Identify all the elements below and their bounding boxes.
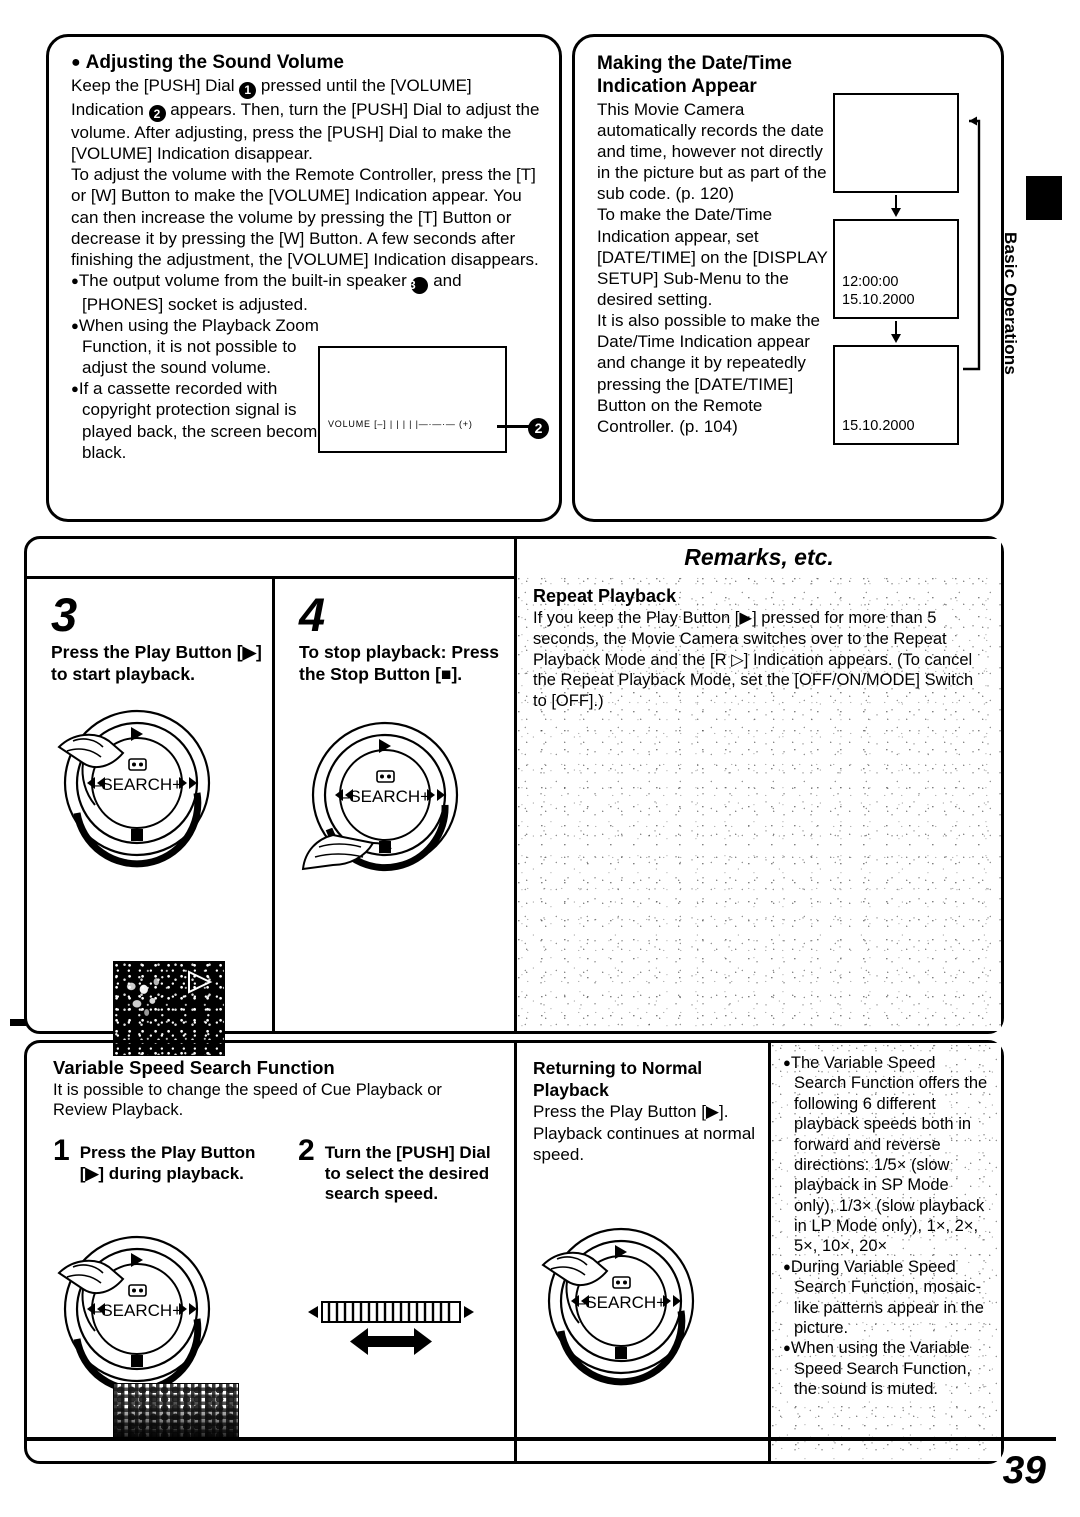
photo-subject bbox=[120, 969, 178, 1028]
returning-text-2: Playback continues at normal speed. bbox=[533, 1123, 756, 1164]
returning-to-normal-region: Returning to Normal Playback Press the P… bbox=[514, 1043, 768, 1461]
datetime-panel: Making the Date/Time Indication Appear T… bbox=[572, 34, 1004, 522]
sound-volume-bullet-1: ●The output volume from the built-in spe… bbox=[71, 270, 542, 315]
callout-badge-2: 2 bbox=[528, 417, 549, 439]
double-arrow-icon bbox=[350, 1328, 432, 1355]
substep-1-text: Press the Play Button [▶] during playbac… bbox=[79, 1142, 256, 1183]
play-dial-illustration: –SEARCH+ bbox=[51, 701, 219, 869]
marker-3-badge: 3 bbox=[409, 276, 429, 294]
step-3-number: 3 bbox=[51, 588, 78, 641]
svg-text:–SEARCH+: –SEARCH+ bbox=[92, 1301, 182, 1320]
callout-leader-line bbox=[497, 425, 531, 428]
variable-speed-region: Variable Speed Search Function It is pos… bbox=[27, 1043, 514, 1461]
step-4: 4 To stop playback: Press the Stop Butto… bbox=[272, 579, 514, 1031]
mosaic-shadow bbox=[114, 1407, 238, 1440]
sound-volume-bullet-2: ●When using the Playback Zoom Function, … bbox=[71, 315, 332, 378]
datetime-screen-2: 12:00:00 15.10.2000 bbox=[833, 219, 959, 319]
sound-volume-paragraph-1: Keep the [PUSH] Dial 1 pressed until the… bbox=[71, 75, 542, 164]
mosaic-pattern-photo bbox=[113, 1383, 239, 1441]
play-indicator-icon bbox=[188, 970, 213, 995]
returning-text-1: Press the Play Button [▶]. bbox=[533, 1102, 729, 1122]
play-dial-illustration: –SEARCH+ bbox=[535, 1225, 703, 1393]
repeat-playback-text: If you keep the Play Button [▶] pressed … bbox=[533, 609, 974, 711]
step-3-text: Press the Play Button [▶] to start playb… bbox=[51, 642, 262, 684]
step-4-text: To stop playback: Press the Stop Button … bbox=[299, 642, 500, 684]
bullet-2-text: When using the Playback Zoom Function, i… bbox=[78, 315, 319, 378]
datetime-screen-2-time: 12:00:00 bbox=[842, 274, 899, 291]
datetime-paragraph-2: To make the Date/Time Indication appear,… bbox=[597, 205, 828, 309]
bullet-dot-icon: ● bbox=[71, 273, 79, 289]
section-tab-marker bbox=[1026, 176, 1062, 220]
returning-title-line-2: Playback bbox=[533, 1080, 609, 1101]
repeat-playback-title: Repeat Playback bbox=[533, 586, 677, 606]
substep-1: 1 Press the Play Button [▶] during playb… bbox=[53, 1133, 268, 1184]
playback-steps-block: 3 Press the Play Button [▶] to start pla… bbox=[24, 536, 1004, 1056]
bullet-dot-icon: ● bbox=[71, 317, 79, 333]
bullet-dot-icon: ● bbox=[783, 1055, 791, 1070]
bottom-remark-bullet-1-text: The Variable Speed Search Function offer… bbox=[790, 1054, 988, 1256]
bullet-dot-icon: ● bbox=[783, 1258, 791, 1274]
flow-loop-arrow-icon bbox=[963, 116, 981, 371]
play-dial-illustration: –SEARCH+ bbox=[51, 1233, 219, 1401]
callout-badge-2-text: 2 bbox=[528, 417, 549, 439]
sound-volume-title: ● Adjusting the Sound Volume bbox=[71, 52, 542, 74]
sound-volume-title-text: Adjusting the Sound Volume bbox=[85, 52, 344, 73]
substep-2: 2 Turn the [PUSH] Dial to select the des… bbox=[298, 1133, 498, 1205]
bottom-remark-bullet-1: ●The Variable Speed Search Function offe… bbox=[783, 1053, 991, 1257]
datetime-title-line-1: Making the Date/Time bbox=[597, 53, 792, 74]
volume-indication-screen: VOLUME [–] | | | | |—·—·— (+) bbox=[318, 346, 507, 453]
flow-arrow-down-icon bbox=[833, 193, 959, 219]
bottom-remark-bullet-2: ●During Variable Speed Search Function, … bbox=[783, 1257, 991, 1339]
datetime-screen-1 bbox=[833, 93, 959, 193]
svg-text:–SEARCH+: –SEARCH+ bbox=[92, 775, 182, 794]
step-4-number: 4 bbox=[299, 588, 326, 641]
bullet-3-text: If a cassette recorded with copyright pr… bbox=[78, 379, 336, 462]
variable-speed-title: Variable Speed Search Function bbox=[53, 1057, 335, 1078]
bottom-remark-bullet-3: ●When using the Variable Speed Search Fu… bbox=[783, 1338, 991, 1399]
steps-region: 3 Press the Play Button [▶] to start pla… bbox=[27, 576, 514, 1056]
variable-speed-block: Variable Speed Search Function It is pos… bbox=[24, 1040, 1004, 1464]
remarks-body: Repeat Playback If you keep the Play But… bbox=[517, 576, 1001, 1031]
sound-volume-bullet-3: ●If a cassette recorded with copyright p… bbox=[71, 378, 344, 463]
substep-2-number: 2 bbox=[298, 1133, 315, 1167]
datetime-screen-sequence: 12:00:00 15.10.2000 15.10.2000 bbox=[833, 93, 983, 445]
returning-title-line-1: Returning to Normal bbox=[533, 1058, 703, 1078]
substep-1-number: 1 bbox=[53, 1133, 70, 1167]
flow-arrow-down-icon bbox=[833, 319, 959, 345]
datetime-paragraph-1: This Movie Camera automatically records … bbox=[597, 99, 827, 204]
footer-rule bbox=[24, 1437, 1056, 1441]
svg-text:–SEARCH+: –SEARCH+ bbox=[576, 1293, 666, 1312]
page-number: 39 bbox=[1002, 1449, 1046, 1492]
section-tab-label: Basic Operations bbox=[1001, 232, 1020, 376]
step-3: 3 Press the Play Button [▶] to start pla… bbox=[27, 579, 272, 1056]
manual-page: ● Adjusting the Sound Volume Keep the [PU… bbox=[0, 0, 1080, 1517]
marker-2-badge: 2 bbox=[148, 105, 166, 122]
p1-part-a: Keep the [PUSH] Dial bbox=[71, 76, 240, 95]
remarks-heading: Remarks, etc. bbox=[517, 539, 1001, 579]
marker-1-badge: 1 bbox=[239, 81, 257, 99]
bullet-1-part-a: The output volume from the built-in spea… bbox=[78, 271, 412, 291]
datetime-screen-3: 15.10.2000 bbox=[833, 345, 959, 445]
bullet-dot-icon: ● bbox=[783, 1340, 791, 1356]
bullet-dot-icon: ● bbox=[71, 381, 79, 397]
stop-dial-illustration: –SEARCH+ bbox=[299, 719, 467, 887]
substep-2-text: Turn the [PUSH] Dial to select the desir… bbox=[324, 1142, 491, 1204]
sound-volume-paragraph-2: To adjust the volume with the Remote Con… bbox=[71, 165, 539, 269]
bottom-remarks-region: ●The Variable Speed Search Function offe… bbox=[768, 1043, 1001, 1461]
push-dial-rotation-icon bbox=[308, 1301, 474, 1355]
remarks-region: Remarks, etc. Repeat Playback If you kee… bbox=[514, 539, 1001, 1031]
variable-speed-subtitle: It is possible to change the speed of Cu… bbox=[53, 1081, 442, 1120]
volume-indication-text: VOLUME [–] | | | | |—·—·— (+) bbox=[328, 419, 473, 429]
svg-text:–SEARCH+: –SEARCH+ bbox=[340, 787, 430, 806]
datetime-screen-3-date: 15.10.2000 bbox=[842, 418, 915, 435]
bottom-remark-bullet-3-text: When using the Variable Speed Search Fun… bbox=[790, 1339, 972, 1398]
variable-speed-substeps: 1 Press the Play Button [▶] during playb… bbox=[53, 1133, 500, 1247]
bottom-remark-bullet-2-text: During Variable Speed Search Function, m… bbox=[790, 1257, 984, 1337]
datetime-paragraph-3: It is also possible to make the Date/Tim… bbox=[597, 311, 821, 436]
returning-title: Returning to Normal Playback bbox=[533, 1057, 756, 1101]
datetime-screen-2-date: 15.10.2000 bbox=[842, 292, 915, 309]
datetime-title: Making the Date/Time Indication Appear bbox=[597, 53, 987, 99]
bullet-dot-icon: ● bbox=[71, 54, 81, 71]
